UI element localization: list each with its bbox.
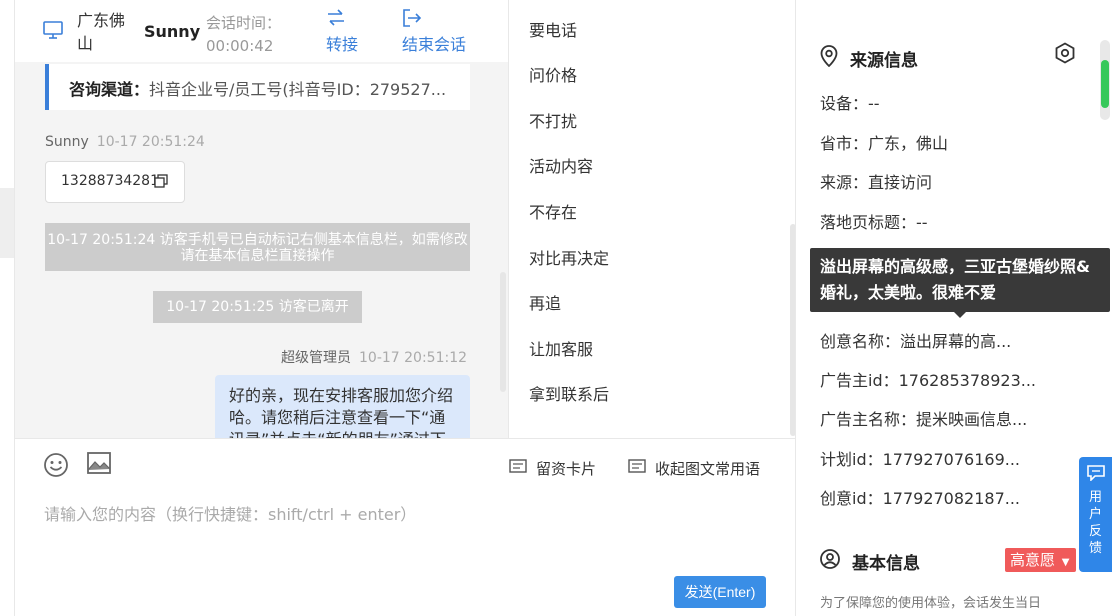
send-button[interactable]: 发送(Enter)	[674, 576, 766, 608]
info-advertiser-id: 广告主id：176285378923...	[820, 371, 1037, 390]
phone-number: 13288734281	[61, 173, 159, 189]
transfer-icon	[326, 9, 358, 31]
phrase-item[interactable]: 问价格	[529, 62, 577, 86]
channel-value: 抖音企业号/员工号(抖音号ID：279527...	[149, 80, 447, 99]
visitor-location: 广东佛山	[77, 11, 126, 53]
message-input[interactable]: 请输入您的内容（换行快捷键：shift/ctrl + enter）	[44, 501, 416, 525]
user-icon	[820, 549, 840, 574]
intent-badge-label: 高意愿	[1010, 551, 1056, 569]
card-icon	[509, 458, 527, 479]
basic-info-note: 为了保障您的使用体验，会话发生当日	[820, 596, 1042, 611]
info-advertiser-name: 广告主名称：提米映画信息...	[820, 410, 1028, 429]
panel-scrollbar-thumb[interactable]	[1101, 60, 1109, 108]
info-creative-name[interactable]: 创意名称：溢出屏幕的高...	[820, 328, 1011, 352]
duration-label: 会话时间：	[206, 14, 282, 32]
sender-name: Sunny	[45, 134, 89, 150]
collapse-phrases-button[interactable]: 收起图文常用语	[628, 458, 760, 479]
creative-name-tooltip: 溢出屏幕的高级感，三亚古堡婚纱照&婚礼，太美啦。很难不爱	[810, 248, 1110, 318]
exit-icon	[402, 9, 466, 31]
collapse-phrases-label: 收起图文常用语	[655, 460, 761, 478]
basic-info-header: 基本信息	[820, 549, 920, 574]
message-time: 10-17 20:51:12	[359, 350, 468, 366]
feedback-label: 用户反馈	[1088, 490, 1102, 556]
sender-name: 超级管理员	[281, 350, 351, 366]
phrase-item[interactable]: 要电话	[529, 17, 577, 41]
phrase-item[interactable]: 再追	[529, 290, 561, 314]
left-edge-strip	[0, 0, 15, 616]
system-message: 10-17 20:51:24 访客手机号已自动标记右侧基本信息栏，如需修改请在基…	[45, 223, 470, 271]
basic-info-title: 基本信息	[852, 554, 920, 574]
phrase-item[interactable]: 拿到联系后	[529, 381, 609, 405]
chat-messages[interactable]: 咨询渠道：抖音企业号/员工号(抖音号ID：279527... Sunny 10-1…	[15, 62, 508, 438]
transfer-label: 转接	[326, 35, 359, 54]
tooltip-text: 溢出屏幕的高级感，三亚古堡婚纱照&婚礼，太美啦。很难不爱	[820, 257, 1090, 302]
source-info-title: 来源信息	[850, 51, 918, 71]
phrase-item[interactable]: 对比再决定	[529, 245, 609, 269]
monitor-icon	[43, 21, 63, 43]
image-icon[interactable]	[87, 452, 111, 478]
chat-header: 广东佛山 Sunny 会话时间： 00:00:42 转接 结束会话	[15, 0, 508, 62]
phrase-item[interactable]: 让加客服	[529, 336, 593, 360]
info-creative-id: 创意id：177927082187...	[820, 489, 1021, 508]
info-source: 来源：直接访问	[820, 173, 933, 192]
intent-badge[interactable]: 高意愿 ▼	[1005, 548, 1076, 572]
info-province-city: 省市：广东，佛山	[820, 134, 949, 153]
agent-message-bubble: 好的亲，现在安排客服加您介绍哈。请您稍后注意查看一下“通讯录”并点击“新的朋友”…	[215, 375, 470, 438]
info-landing-page-title: 落地页标题：--	[820, 213, 928, 232]
settings-icon[interactable]	[1054, 42, 1076, 68]
phrase-item[interactable]: 不存在	[529, 199, 577, 223]
transfer-button[interactable]: 转接	[326, 9, 358, 55]
message-meta: 超级管理员 10-17 20:51:12	[281, 347, 467, 367]
phone-message: 13288734281	[45, 161, 185, 203]
lead-card-label: 留资卡片	[536, 460, 597, 478]
quick-phrase-list: 要电话 问价格 不打扰 活动内容 不存在 对比再决定 再追 让加客服 拿到联系后	[508, 0, 796, 438]
message-time: 10-17 20:51:24	[96, 134, 205, 150]
phrase-item[interactable]: 活动内容	[529, 153, 593, 177]
copy-icon[interactable]	[154, 174, 168, 192]
lead-card-button[interactable]: 留资卡片	[509, 458, 596, 479]
phrase-item[interactable]: 不打扰	[529, 108, 577, 132]
user-feedback-tab[interactable]: 用户反馈	[1079, 457, 1112, 572]
left-panel-handle[interactable]	[0, 188, 15, 258]
end-session-button[interactable]: 结束会话	[402, 9, 466, 55]
message-icon	[628, 458, 646, 479]
panel-scrollbar[interactable]	[1100, 40, 1110, 120]
channel-card: 咨询渠道：抖音企业号/员工号(抖音号ID：279527...	[45, 64, 470, 110]
tooltip-arrow	[954, 312, 966, 318]
caret-down-icon: ▼	[1061, 557, 1070, 568]
system-message: 10-17 20:51:25 访客已离开	[153, 291, 362, 323]
location-pin-icon	[820, 45, 838, 72]
channel-label: 咨询渠道：	[69, 80, 150, 99]
chat-scrollbar[interactable]	[500, 272, 506, 392]
duration-value: 00:00:42	[206, 37, 274, 55]
info-plan-id: 计划id：177927076169...	[820, 450, 1021, 469]
source-info-header: 来源信息	[820, 45, 918, 72]
emoji-icon[interactable]	[43, 452, 69, 482]
end-session-label: 结束会话	[402, 35, 467, 54]
message-meta: Sunny 10-17 20:51:24	[45, 134, 205, 150]
info-device: 设备：--	[820, 94, 880, 113]
feedback-icon	[1086, 465, 1105, 485]
agent-name: Sunny	[144, 22, 201, 41]
message-input-area: 留资卡片 收起图文常用语 请输入您的内容（换行快捷键：shift/ctrl + …	[15, 438, 795, 616]
